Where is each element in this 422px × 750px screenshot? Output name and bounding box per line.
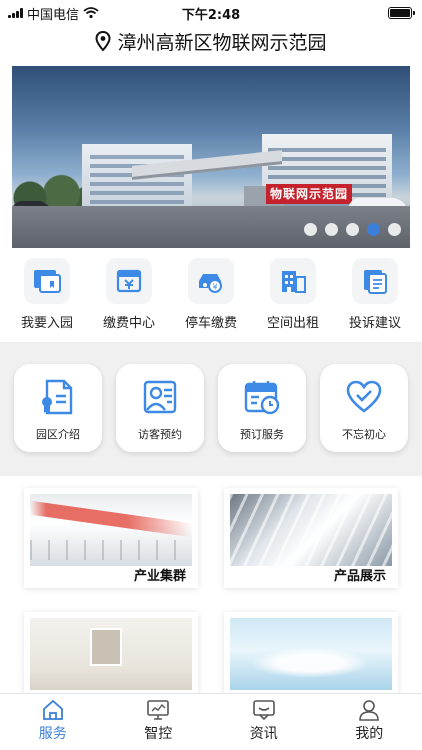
carousel-dot[interactable] (325, 223, 338, 236)
category-label: 产业集群 (133, 569, 186, 584)
quick-action-space-rental[interactable]: 空间出租 (252, 254, 334, 334)
enter-park-icon (34, 270, 61, 293)
category-image-products (230, 494, 392, 566)
carousel-dot[interactable] (388, 223, 401, 236)
quick-action-label: 缴费中心 (102, 316, 155, 331)
category-image-industry (30, 494, 192, 566)
tab-control[interactable]: 智控 (106, 694, 212, 750)
page-header: 漳州高新区物联网示范园 (0, 26, 422, 56)
quick-action-label: 我要入园 (20, 316, 73, 331)
page-title: 漳州高新区物联网示范园 (117, 31, 327, 54)
banner-sign: 物联网示范园 (266, 184, 353, 204)
quick-action-label: 投诉建议 (348, 316, 401, 331)
space-rental-icon (282, 271, 306, 293)
tab-mine[interactable]: 我的 (317, 694, 422, 750)
status-right (388, 7, 415, 19)
category-card-industry[interactable]: 产业集群 (24, 488, 198, 588)
category-label: 产品展示 (333, 569, 386, 584)
status-left: 中国电信 (8, 4, 99, 23)
signal-icon (8, 8, 23, 18)
carousel-dot-active[interactable] (367, 223, 380, 236)
category-image-room (30, 618, 192, 690)
feature-label: 预订服务 (240, 428, 284, 441)
tab-label: 服务 (38, 726, 67, 742)
feature-label: 园区介绍 (36, 428, 80, 441)
tab-label: 资讯 (249, 726, 278, 742)
carousel-dots (304, 223, 401, 236)
feature-label: 访客预约 (138, 428, 182, 441)
wifi-icon (83, 7, 99, 19)
visitor-icon (143, 380, 177, 414)
monitor-icon (147, 700, 170, 720)
feature-card-park-intro[interactable]: 园区介绍 (14, 364, 102, 452)
status-bar: 中国电信 下午2:48 (0, 0, 422, 26)
feature-row: 园区介绍 访客预约 预订服务 不忘初心 (0, 364, 422, 452)
category-image-blue (230, 618, 392, 690)
tab-label: 智控 (144, 726, 173, 742)
quick-action-enter-park[interactable]: 我要入园 (6, 254, 88, 334)
category-card-products[interactable]: 产品展示 (224, 488, 398, 588)
user-icon (359, 700, 380, 721)
carousel-dot[interactable] (346, 223, 359, 236)
tab-news[interactable]: 资讯 (211, 694, 317, 750)
complaint-icon (364, 270, 387, 294)
heart-icon (346, 380, 382, 413)
calendar-icon (244, 381, 280, 415)
parking-fee-icon: ¥ (199, 274, 222, 293)
park-intro-icon (42, 379, 73, 415)
quick-action-complaint[interactable]: 投诉建议 (334, 254, 416, 334)
banner-carousel[interactable]: 物联网示范园 (12, 66, 410, 248)
bottom-tab-bar: 服务 智控 资讯 我的 (0, 693, 422, 750)
location-pin-icon[interactable] (95, 31, 111, 51)
carrier-label: 中国电信 (27, 7, 80, 23)
carousel-dot[interactable] (304, 223, 317, 236)
feature-card-booking[interactable]: 预订服务 (218, 364, 306, 452)
tab-service[interactable]: 服务 (0, 694, 106, 750)
home-icon (42, 699, 63, 720)
battery-icon (388, 7, 415, 19)
quick-actions: 我要入园 缴费中心 ¥ 停车缴费 空间出租 投诉建议 (0, 254, 422, 334)
tab-label: 我的 (355, 726, 384, 742)
feature-card-visitor[interactable]: 访客预约 (116, 364, 204, 452)
payment-center-icon (116, 269, 142, 293)
feature-card-heart[interactable]: 不忘初心 (320, 364, 408, 452)
svg-text:¥: ¥ (212, 283, 217, 292)
message-icon (252, 700, 275, 721)
quick-action-label: 停车缴费 (184, 316, 237, 331)
feature-label: 不忘初心 (342, 428, 386, 441)
quick-action-parking[interactable]: ¥ 停车缴费 (170, 254, 252, 334)
quick-action-payment[interactable]: 缴费中心 (88, 254, 170, 334)
quick-action-label: 空间出租 (266, 316, 319, 331)
